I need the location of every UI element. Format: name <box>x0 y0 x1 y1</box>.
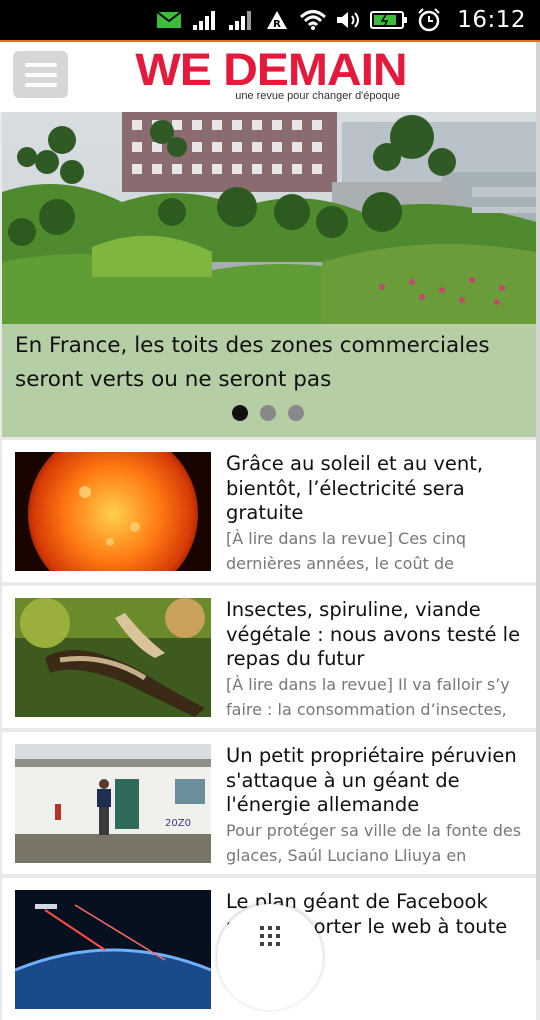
slider-dot-1[interactable] <box>232 405 248 421</box>
article-thumbnail <box>15 452 211 571</box>
logo-tagline: une revue pour changer d'époque <box>235 90 400 102</box>
article-title: Un petit propriétaire péruvien s'attaque… <box>226 744 517 816</box>
slider-dot-3[interactable] <box>288 405 304 421</box>
grid-menu-button[interactable] <box>217 904 323 1010</box>
hero-title[interactable]: En France, les toits des zones commercia… <box>15 329 515 397</box>
brand-logo[interactable]: WE DEMAIN une revue pour changer d'époqu… <box>135 46 407 106</box>
article-excerpt: [À lire dans la revue] Il va falloir s’y… <box>226 675 510 719</box>
article-thumbnail <box>15 598 211 717</box>
article-excerpt: Pour protéger sa ville de la fonte des g… <box>226 821 522 865</box>
alarm-icon <box>411 0 447 40</box>
article-title: Grâce au soleil et au vent, bientôt, l’é… <box>226 452 484 524</box>
grid-menu-icon <box>260 926 280 946</box>
article-card[interactable]: Grâce au soleil et au vent, bientôt, l’é… <box>2 440 536 582</box>
slider-dot-2[interactable] <box>260 405 276 421</box>
volume-icon <box>331 0 367 40</box>
article-card[interactable]: Insectes, spiruline, viande végétale : n… <box>2 586 536 728</box>
signal-icon <box>187 0 223 40</box>
slider-indicator <box>232 405 304 421</box>
article-thumbnail <box>15 890 211 1009</box>
logo-title: WE DEMAIN <box>135 44 407 95</box>
svg-text:R: R <box>273 19 281 30</box>
battery-icon <box>367 0 411 40</box>
roaming-icon: R <box>259 0 295 40</box>
status-bar: R 16:12 <box>0 0 540 40</box>
hero-slider[interactable]: En France, les toits des zones commercia… <box>2 112 536 437</box>
app-header: WE DEMAIN une revue pour changer d'époqu… <box>0 42 540 112</box>
signal-icon-2 <box>223 0 259 40</box>
article-title: Insectes, spiruline, viande végétale : n… <box>226 598 521 670</box>
scrollbar <box>536 42 540 960</box>
hamburger-menu-button[interactable] <box>13 51 68 98</box>
article-excerpt: [À lire dans la revue] Ces cinq dernière… <box>226 529 467 573</box>
article-card[interactable]: 20Z0 Un petit propriétaire péruvien s'at… <box>2 732 536 874</box>
hamburger-menu-icon <box>24 62 57 67</box>
mail-icon <box>151 0 187 40</box>
wifi-icon <box>295 0 331 40</box>
svg-text:20Z0: 20Z0 <box>165 818 191 829</box>
status-time: 16:12 <box>457 7 526 33</box>
article-thumbnail: 20Z0 <box>15 744 211 863</box>
